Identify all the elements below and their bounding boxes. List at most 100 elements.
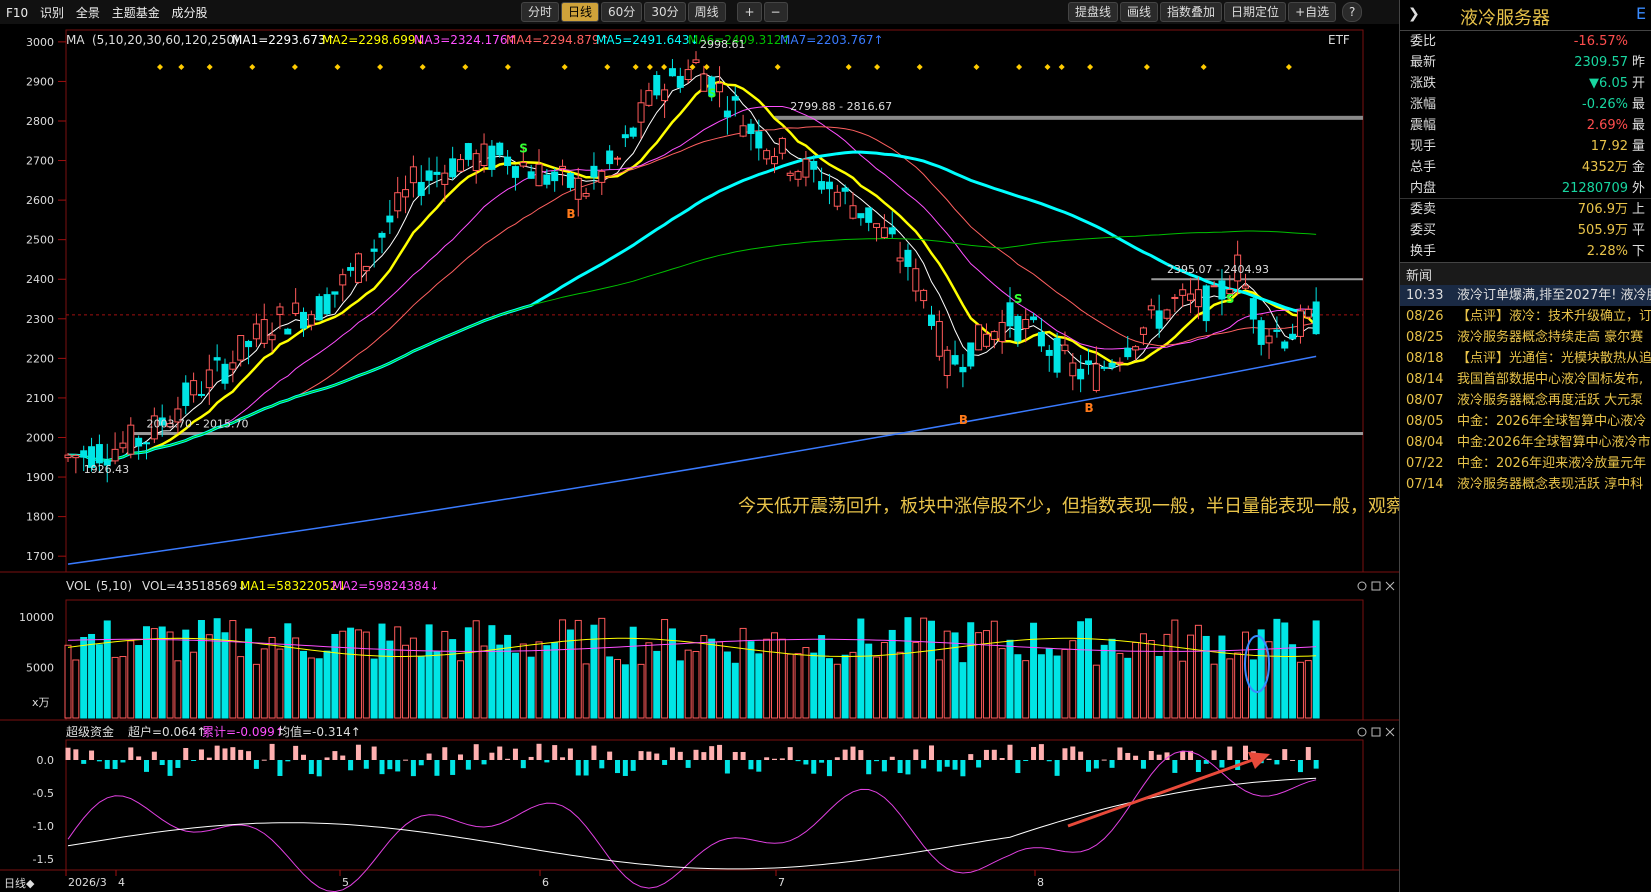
volume-bar (323, 650, 331, 719)
fund-bar (952, 760, 958, 770)
ma5-readout: MA5=2491.643↓ (596, 33, 700, 47)
fund-bar (340, 755, 346, 760)
volume-bar (1045, 648, 1053, 719)
candle-body (441, 172, 449, 185)
volume-bar (598, 617, 606, 719)
fund-bar (324, 757, 330, 760)
add-watchlist-button[interactable]: +自选 (1288, 2, 1337, 22)
volume-bar (747, 641, 755, 719)
tab-intraday[interactable]: 分时 (521, 2, 560, 22)
fund-bar (136, 756, 142, 760)
candle-body (276, 306, 284, 315)
news-item[interactable]: 08/05 中金：2026年全球智算中心液冷 (1400, 411, 1651, 432)
news-item[interactable]: 10:33 液冷订单爆满,排至2027年! 液冷服 (1400, 285, 1651, 306)
news-item[interactable]: 08/07 液冷服务器概念再度活跃 大元泵 (1400, 390, 1651, 411)
news-header: 新闻 (1400, 262, 1651, 286)
tab-60min[interactable]: 60分 (601, 2, 643, 22)
fund-bar (983, 749, 989, 760)
fund-bar (246, 751, 252, 760)
news-header-label[interactable]: 新闻 (1406, 265, 1432, 284)
fund-bar (410, 760, 416, 777)
volume-bar (1022, 660, 1030, 719)
time-tick-label: 6 (542, 876, 549, 889)
tab-30min[interactable]: 30分 (644, 2, 686, 22)
volume-bar (433, 650, 441, 719)
etf-label[interactable]: ETF (1328, 33, 1350, 47)
fund-bar (81, 760, 87, 764)
news-item[interactable]: 08/25 液冷服务器概念持续走高 豪尔赛 (1400, 327, 1651, 348)
candle-body (386, 215, 394, 223)
news-item[interactable]: 08/26 【点评】液冷：技术升级确立，订 (1400, 306, 1651, 327)
quote-extra-label: 下 (1632, 244, 1646, 259)
help-icon[interactable]: ? (1341, 2, 1363, 22)
news-item[interactable]: 08/18 【点评】光通信：光模块散热从追 (1400, 348, 1651, 369)
quote-value: 505.9万 (1577, 223, 1628, 238)
volume-bar (72, 659, 80, 719)
quote-label: 委买 (1410, 223, 1437, 238)
index-overlay-button[interactable]: 指数叠加 (1160, 2, 1223, 22)
news-time: 08/04 (1406, 435, 1444, 450)
news-item[interactable]: 08/14 我国首部数据中心液冷国标发布, (1400, 369, 1651, 390)
zoom-in-button[interactable]: + (737, 2, 762, 22)
fund-bar (991, 749, 997, 760)
fund-bar (434, 760, 440, 776)
volume-bar (606, 656, 614, 719)
volume-bar (645, 642, 653, 719)
sell-signal: S (1014, 292, 1023, 306)
candle-body (1147, 305, 1155, 311)
fund-bar (834, 757, 840, 760)
candle-body (951, 355, 959, 365)
draw-line-button[interactable]: 画线 (1120, 2, 1159, 22)
quote-row: 现手 17.92 量 (1400, 136, 1651, 158)
news-item[interactable]: 07/14 液冷服务器概念表现活跃 淳中科 (1400, 474, 1651, 495)
fund-prefix-label[interactable]: 超级资金 (66, 724, 114, 739)
volume-bar (1187, 634, 1195, 719)
news-item[interactable]: 07/22 中金：2026年迎来液冷放量元年 (1400, 453, 1651, 474)
news-item[interactable]: 08/04 中金:2026年全球智算中心液冷市 (1400, 432, 1651, 453)
quote-value: -16.57% (1573, 34, 1628, 49)
quote-extra-label: 昨 (1632, 55, 1646, 70)
quote-extra-label: 最 (1632, 97, 1646, 112)
candle-body (205, 369, 213, 389)
vol-prefix-label[interactable]: VOL (66, 579, 90, 593)
volume-bar (708, 638, 716, 719)
volume-bar (205, 634, 213, 719)
fund-bar (976, 760, 982, 768)
time-tick-label: 4 (118, 876, 125, 889)
fund-bar (371, 746, 377, 760)
volume-bar (472, 620, 480, 719)
identify-link[interactable]: 识别 (40, 6, 64, 20)
date-locate-button[interactable]: 日期定位 (1224, 2, 1287, 22)
volume-bar (143, 626, 150, 719)
candle-body (967, 342, 975, 367)
fund-bar (960, 760, 966, 777)
collapse-icon[interactable]: ❯ (1408, 6, 1420, 22)
quote-extra-label: 开 (1632, 76, 1646, 91)
ma-prefix-label[interactable]: MA (66, 33, 85, 47)
fund-bar (1140, 760, 1146, 769)
theme-fund-link[interactable]: 主题基金 (112, 6, 160, 20)
panorama-link[interactable]: 全景 (76, 6, 100, 20)
volume-bar (1171, 619, 1179, 719)
candle-body (237, 335, 245, 361)
vol-unit-label: x万 (32, 696, 50, 709)
fund-bar (442, 747, 448, 760)
tab-weekly[interactable]: 周线 (687, 2, 726, 22)
volume-bar (1116, 652, 1124, 719)
volume-bar (135, 645, 143, 719)
volume-bar (519, 643, 527, 719)
kline-chart-area[interactable]: MA (5,10,20,30,60,120,250) MA1=2293.673↑… (0, 24, 1399, 892)
fund-bar (355, 744, 361, 760)
period-indicator[interactable]: 日线◆ (4, 876, 35, 890)
fund-bar (403, 759, 409, 761)
candle-body (143, 442, 150, 445)
tab-daily[interactable]: 日线 (561, 2, 600, 22)
constituents-link[interactable]: 成分股 (172, 6, 208, 20)
fund-bar (159, 760, 165, 766)
zoom-out-button[interactable]: − (763, 2, 788, 22)
candle-body (1265, 335, 1273, 344)
f10-link[interactable]: F10 (6, 6, 28, 20)
news-time: 08/05 (1406, 414, 1444, 429)
tipan-line-button[interactable]: 提盘线 (1068, 2, 1119, 22)
volume-bar (1179, 660, 1187, 719)
